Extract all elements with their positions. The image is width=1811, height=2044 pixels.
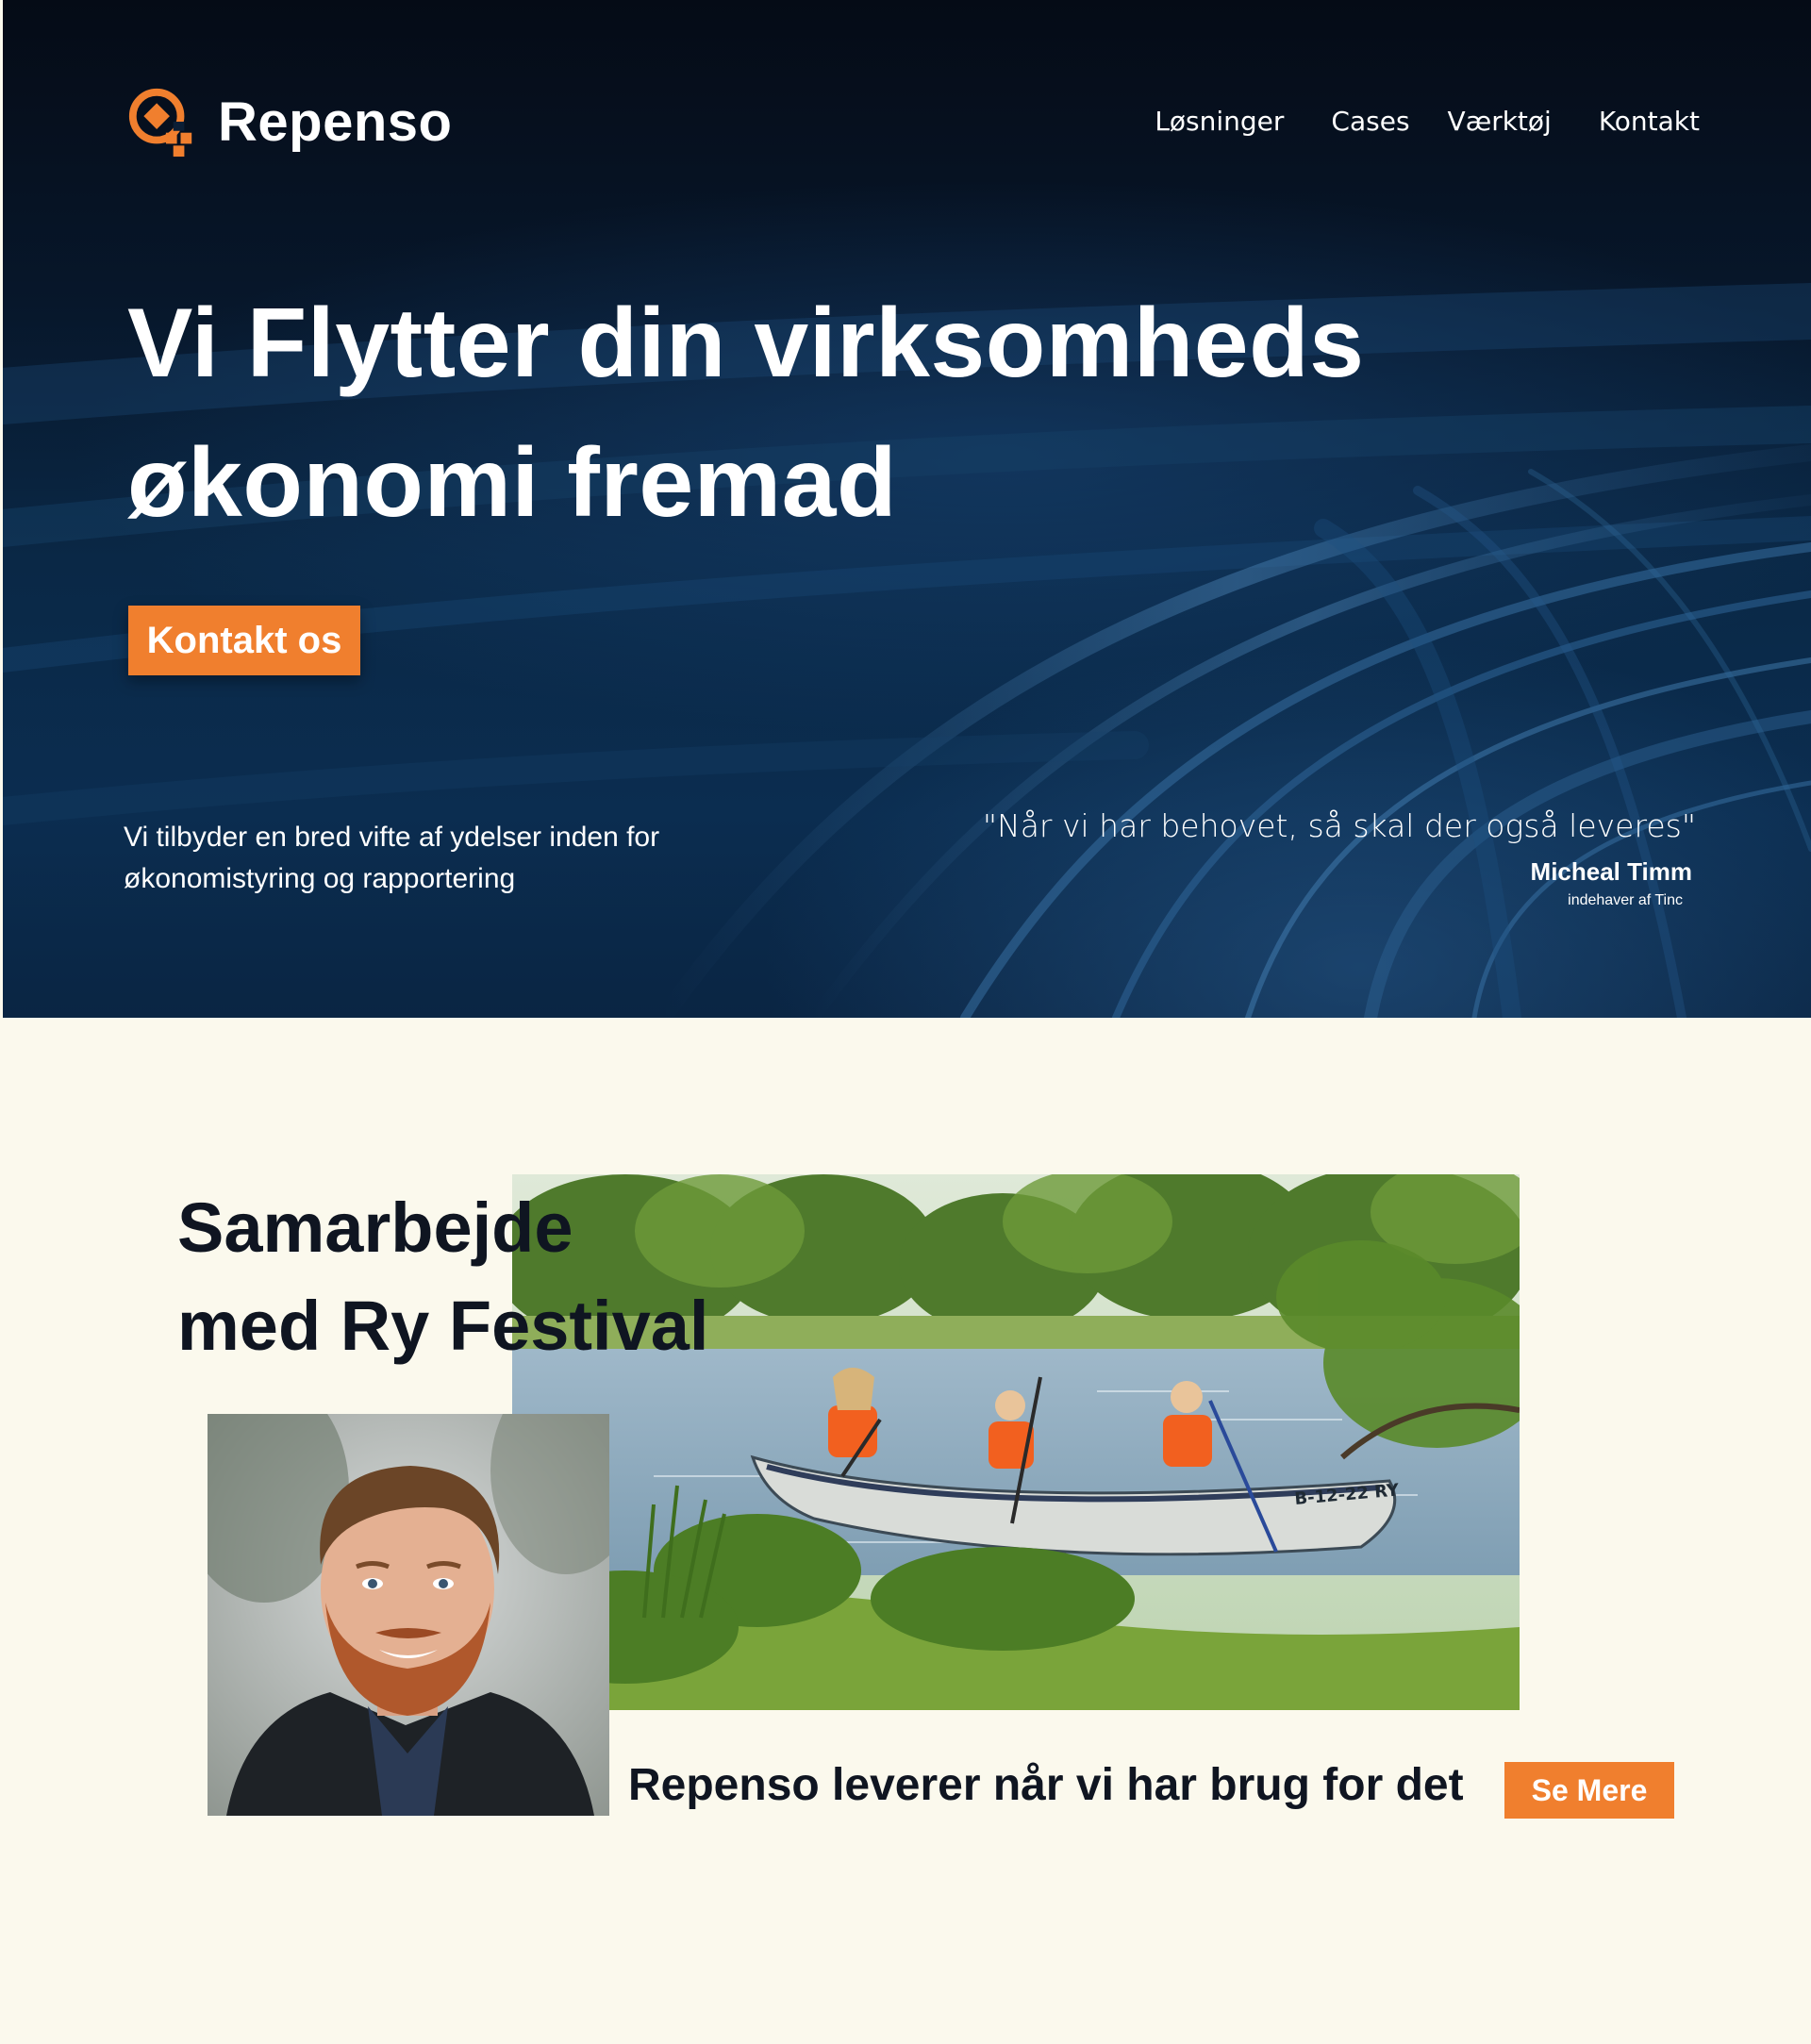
brand-logo[interactable]: Repenso [125, 85, 452, 158]
hero-subtitle-line-1: Vi tilbyder en bred vifte af ydelser ind… [124, 822, 660, 853]
see-more-button[interactable]: Se Mere [1504, 1762, 1674, 1819]
testimonial-portrait [208, 1414, 609, 1816]
repenso-logo-icon [128, 88, 192, 158]
case-title-line-2: med Ry Festival [177, 1287, 709, 1365]
man-portrait-illustration [208, 1414, 609, 1816]
hero-section: Repenso Løsninger Cases Værktøj Kontakt … [3, 0, 1811, 1018]
hero-title-line-1: Vi Flytter din virksomheds [127, 289, 1365, 398]
main-navigation: Løsninger Cases Værktøj Kontakt [1107, 106, 1700, 137]
testimonial: "Når vi har behovet, så skal der også le… [983, 807, 1696, 909]
case-title: Samarbejde med Ry Festival [177, 1179, 838, 1375]
hero-subtitle: Vi tilbyder en bred vifte af ydelser ind… [124, 817, 727, 900]
case-tagline: Repenso leverer når vi har brug for det [628, 1760, 1464, 1810]
nav-item-cases[interactable]: Cases [1331, 106, 1409, 137]
brand-name: Repenso [218, 91, 453, 153]
nav-item-kontakt[interactable]: Kontakt [1599, 106, 1700, 137]
hero-title-line-2: økonomi fremad [127, 428, 897, 538]
nav-item-vaerktoj[interactable]: Værktøj [1448, 106, 1552, 137]
contact-us-button[interactable]: Kontakt os [128, 606, 360, 675]
case-title-line-1: Samarbejde [177, 1188, 573, 1267]
hero-subtitle-line-2: økonomistyring og rapportering [124, 863, 516, 894]
testimonial-author: Micheal Timm [1530, 857, 1692, 886]
testimonial-author-role: indehaver af Tinc [1568, 892, 1683, 908]
hero-title: Vi Flytter din virksomheds økonomi frema… [127, 274, 1542, 553]
testimonial-quote: "Når vi har behovet, så skal der også le… [982, 807, 1696, 844]
nav-item-losninger[interactable]: Løsninger [1155, 106, 1284, 137]
